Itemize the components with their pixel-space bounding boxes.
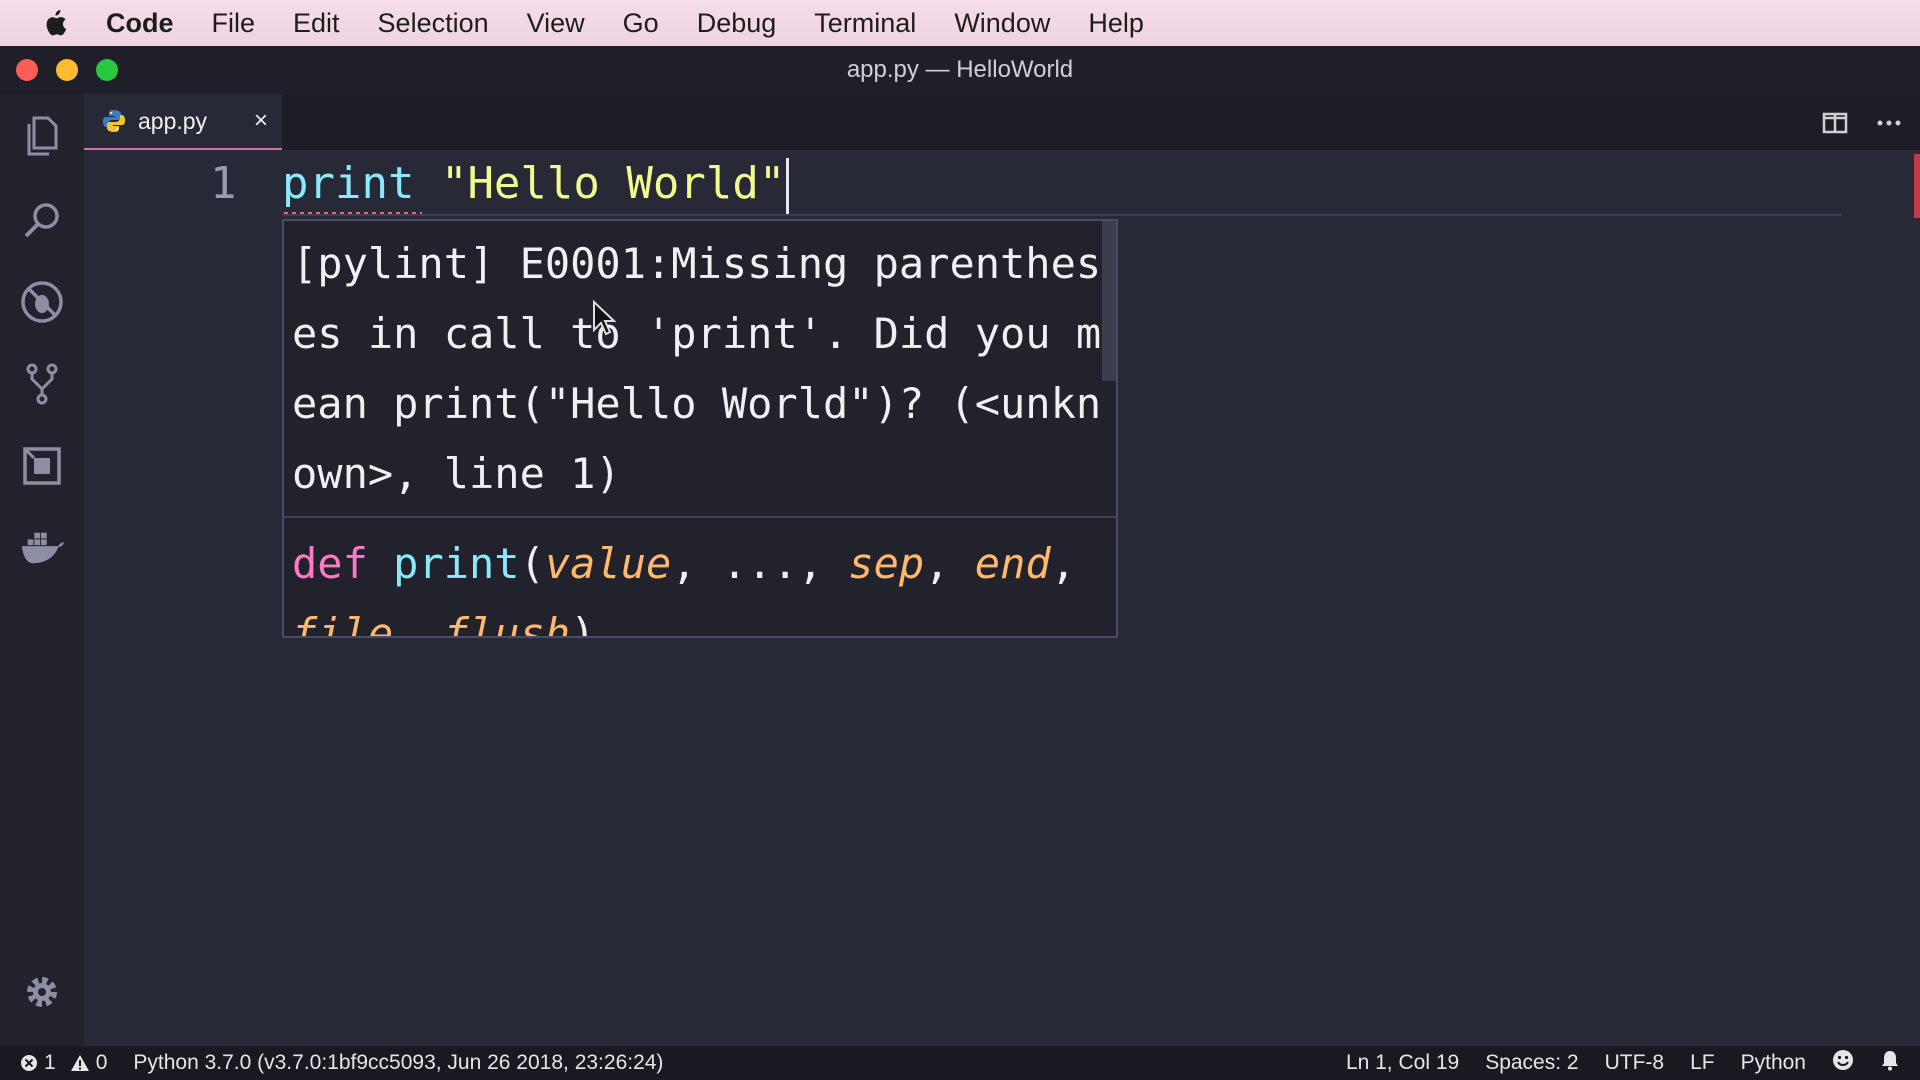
sig-function-name: print xyxy=(393,539,520,588)
python-file-icon xyxy=(102,109,126,133)
sig-param-file: file xyxy=(292,609,394,638)
sig-separator: , xyxy=(924,539,975,588)
menu-file[interactable]: File xyxy=(212,8,256,39)
hover-scrollbar[interactable] xyxy=(1102,221,1116,381)
problems-indicator[interactable]: 1 0 xyxy=(20,1051,107,1075)
menu-view[interactable]: View xyxy=(527,8,585,39)
sig-open-paren: ( xyxy=(519,539,545,588)
tab-app-py[interactable]: app.py × xyxy=(84,94,282,150)
sig-def-keyword: def xyxy=(292,539,368,588)
menu-go[interactable]: Go xyxy=(623,8,659,39)
window-controls xyxy=(16,59,118,81)
files-icon[interactable] xyxy=(20,114,64,158)
warning-icon xyxy=(70,1055,89,1071)
bell-icon[interactable] xyxy=(1880,1049,1900,1077)
menu-help[interactable]: Help xyxy=(1088,8,1144,39)
error-count: 1 xyxy=(44,1051,56,1074)
search-icon[interactable] xyxy=(20,198,64,242)
mouse-pointer-icon xyxy=(592,299,617,341)
debug-icon[interactable] xyxy=(20,280,64,324)
sig-param-value: value xyxy=(544,539,672,588)
hover-divider xyxy=(284,516,1116,518)
line-number: 1 xyxy=(210,158,237,209)
sig-separator: , xyxy=(1050,539,1076,588)
smiley-feedback-icon[interactable] xyxy=(1832,1049,1854,1077)
sig-close-paren: ) xyxy=(570,609,596,638)
error-scroll-marker xyxy=(1914,154,1920,218)
code-string: "Hello World" xyxy=(440,158,786,209)
apple-logo-icon[interactable] xyxy=(40,8,70,38)
text-cursor xyxy=(786,158,789,216)
error-icon xyxy=(21,1055,37,1071)
split-editor-icon[interactable] xyxy=(1818,106,1852,140)
menu-edit[interactable]: Edit xyxy=(293,8,340,39)
window-title: app.py — HelloWorld xyxy=(846,56,1074,83)
sig-separator: , xyxy=(393,609,444,638)
end-of-line[interactable]: LF xyxy=(1690,1051,1715,1075)
window-titlebar: app.py — HelloWorld xyxy=(0,46,1920,94)
menu-debug[interactable]: Debug xyxy=(697,8,777,39)
status-bar: 1 0 Python 3.7.0 (v3.7.0:1bf9cc5093, Jun… xyxy=(0,1046,1920,1080)
gear-icon[interactable] xyxy=(20,970,64,1014)
file-encoding[interactable]: UTF-8 xyxy=(1605,1051,1665,1075)
activity-bar xyxy=(0,94,84,1046)
indentation[interactable]: Spaces: 2 xyxy=(1485,1051,1578,1075)
current-line-highlight xyxy=(282,214,1842,216)
editor-actions xyxy=(1818,106,1906,140)
minimize-window-button[interactable] xyxy=(56,59,78,81)
macos-menubar: Code File Edit Selection View Go Debug T… xyxy=(0,0,1920,46)
sig-param-flush: flush xyxy=(443,609,571,638)
hover-tooltip: [pylint] E0001:Missing parentheses in ca… xyxy=(282,219,1118,638)
close-window-button[interactable] xyxy=(16,59,38,81)
warning-count: 0 xyxy=(95,1051,108,1074)
sig-param-end: end xyxy=(974,539,1051,588)
menu-app-code[interactable]: Code xyxy=(106,8,174,39)
language-mode[interactable]: Python xyxy=(1741,1051,1806,1075)
docker-icon[interactable] xyxy=(20,526,64,570)
python-interpreter[interactable]: Python 3.7.0 (v3.7.0:1bf9cc5093, Jun 26 … xyxy=(133,1051,663,1075)
status-left: 1 0 Python 3.7.0 (v3.7.0:1bf9cc5093, Jun… xyxy=(20,1051,663,1075)
lint-error-message: [pylint] E0001:Missing parentheses in ca… xyxy=(292,239,1102,498)
menu-window[interactable]: Window xyxy=(954,8,1050,39)
zoom-window-button[interactable] xyxy=(96,59,118,81)
sig-param-sep: sep xyxy=(848,539,925,588)
close-tab-icon[interactable]: × xyxy=(254,107,268,135)
status-right: Ln 1, Col 19 Spaces: 2 UTF-8 LF Python xyxy=(1346,1046,1900,1080)
editor-tab-bar: app.py × xyxy=(84,94,1920,150)
code-keyword-print: print xyxy=(282,158,415,209)
tab-label: app.py xyxy=(138,107,208,134)
function-signature: def print(value, ..., sep, end, file, fl… xyxy=(292,529,1102,638)
menu-terminal[interactable]: Terminal xyxy=(814,8,916,39)
more-actions-icon[interactable] xyxy=(1872,106,1906,140)
cursor-position[interactable]: Ln 1, Col 19 xyxy=(1346,1051,1459,1075)
menu-selection[interactable]: Selection xyxy=(378,8,489,39)
code-line[interactable]: print "Hello World" xyxy=(282,158,785,209)
sig-separator: , ..., xyxy=(671,539,849,588)
source-control-icon[interactable] xyxy=(20,362,64,406)
extensions-icon[interactable] xyxy=(20,444,64,488)
